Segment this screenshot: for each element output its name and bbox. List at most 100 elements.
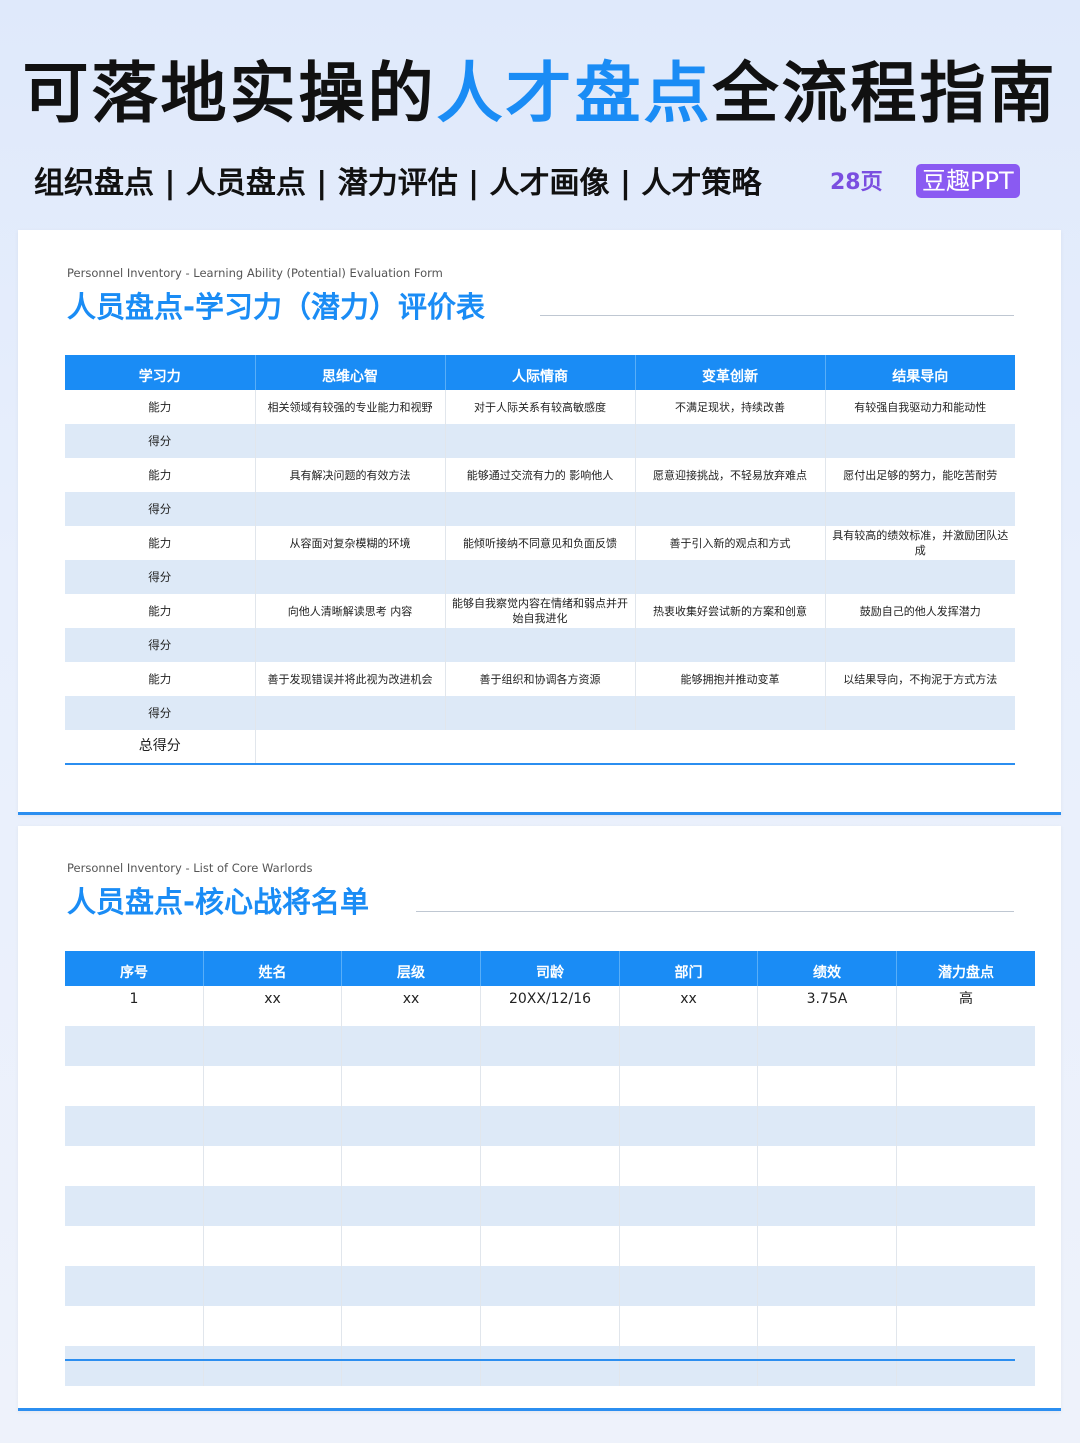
table-cell[interactable] [65,1026,204,1066]
table-cell[interactable] [480,1266,620,1306]
table-cell[interactable] [65,1346,204,1386]
table-cell[interactable] [896,1186,1035,1226]
score-cell[interactable] [255,492,446,526]
table-cell[interactable] [341,1026,481,1066]
table-cell[interactable] [341,1146,481,1186]
score-cell[interactable] [825,696,1015,730]
table-cell[interactable]: 20XX/12/16 [480,986,620,1026]
table-cell[interactable] [619,1186,758,1226]
table-cell[interactable] [203,1226,342,1266]
score-cell[interactable] [445,492,636,526]
table-cell[interactable] [757,1346,897,1386]
score-cell[interactable] [825,492,1015,526]
table-cell[interactable]: xx [341,986,481,1026]
score-label: 得分 [65,696,256,730]
score-cell[interactable] [445,560,636,594]
table-row: 1 xx xx 20XX/12/16 xx 3.75A 高 [65,986,1035,1026]
table-cell[interactable] [619,1266,758,1306]
evaluation-table: 学习力 思维心智 人际情商 变革创新 结果导向 能力 相关领域有较强的专业能力和视… [65,355,1015,765]
score-cell[interactable] [635,560,826,594]
table-cell[interactable]: xx [203,986,342,1026]
score-cell[interactable] [635,424,826,458]
score-cell[interactable] [825,424,1015,458]
table-cell[interactable] [896,1066,1035,1106]
brand-badge: 豆趣PPT [916,164,1020,198]
table-cell[interactable] [757,1106,897,1146]
score-cell[interactable] [255,560,446,594]
score-cell[interactable] [635,628,826,662]
table-cell[interactable] [341,1186,481,1226]
total-row: 总得分 [65,730,1015,764]
table-cell[interactable] [65,1186,204,1226]
score-cell[interactable] [255,628,446,662]
table-cell[interactable] [619,1306,758,1346]
table-cell[interactable] [480,1026,620,1066]
table-cell[interactable] [896,1226,1035,1266]
table-cell[interactable] [896,1026,1035,1066]
table-cell[interactable] [896,1266,1035,1306]
table-cell[interactable] [480,1106,620,1146]
table-cell[interactable] [65,1146,204,1186]
table-cell[interactable]: 1 [65,986,204,1026]
table-cell[interactable] [480,1226,620,1266]
table-cell[interactable] [757,1186,897,1226]
score-cell[interactable] [445,628,636,662]
table-cell[interactable] [203,1146,342,1186]
table-cell[interactable] [203,1106,342,1146]
table-cell[interactable] [619,1066,758,1106]
table-cell[interactable] [341,1346,481,1386]
table-cell[interactable] [480,1066,620,1106]
table-cell[interactable] [65,1066,204,1106]
table-cell[interactable] [619,1346,758,1386]
table-cell[interactable] [203,1266,342,1306]
table-cell[interactable] [480,1346,620,1386]
table-cell[interactable]: 高 [896,986,1035,1026]
score-cell[interactable] [635,696,826,730]
table-cell[interactable] [619,1226,758,1266]
table-cell[interactable] [65,1266,204,1306]
table-cell[interactable] [341,1266,481,1306]
table-cell[interactable] [757,1266,897,1306]
table-cell[interactable] [341,1066,481,1106]
table-cell[interactable] [480,1186,620,1226]
table-cell[interactable] [341,1106,481,1146]
table-cell[interactable] [757,1146,897,1186]
score-cell[interactable] [635,492,826,526]
table-cell[interactable] [757,1226,897,1266]
table-cell[interactable] [896,1106,1035,1146]
table-cell[interactable] [65,1226,204,1266]
table-cell[interactable] [203,1346,342,1386]
table-cell[interactable] [480,1306,620,1346]
score-cell[interactable] [445,696,636,730]
table-cell[interactable]: 3.75A [757,986,897,1026]
score-cell[interactable] [255,424,446,458]
table-cell[interactable] [896,1306,1035,1346]
table-cell[interactable] [757,1306,897,1346]
table-cell[interactable] [203,1066,342,1106]
table-cell[interactable] [757,1026,897,1066]
table-row [65,1306,1035,1346]
table-cell[interactable] [619,1146,758,1186]
table-cell[interactable] [619,1026,758,1066]
table-cell[interactable] [203,1306,342,1346]
score-cell[interactable] [825,628,1015,662]
table-cell[interactable]: xx [619,986,758,1026]
score-cell[interactable] [445,424,636,458]
table-cell[interactable] [896,1146,1035,1186]
score-cell[interactable] [255,696,446,730]
table-cell[interactable] [203,1026,342,1066]
table-cell[interactable] [65,1106,204,1146]
table-cell[interactable] [341,1306,481,1346]
score-cell[interactable] [825,560,1015,594]
score-row: 得分 [65,424,1015,458]
table-cell[interactable] [203,1186,342,1226]
table-cell[interactable] [757,1066,897,1106]
table-cell[interactable] [619,1106,758,1146]
ability-cell: 具有较高的绩效标准，并激励团队达成 [825,526,1015,560]
table-cell[interactable] [896,1346,1035,1386]
col-header: 思维心智 [255,355,446,390]
total-value-cell[interactable] [255,730,1015,764]
table-cell[interactable] [341,1226,481,1266]
table-cell[interactable] [480,1146,620,1186]
table-cell[interactable] [65,1306,204,1346]
